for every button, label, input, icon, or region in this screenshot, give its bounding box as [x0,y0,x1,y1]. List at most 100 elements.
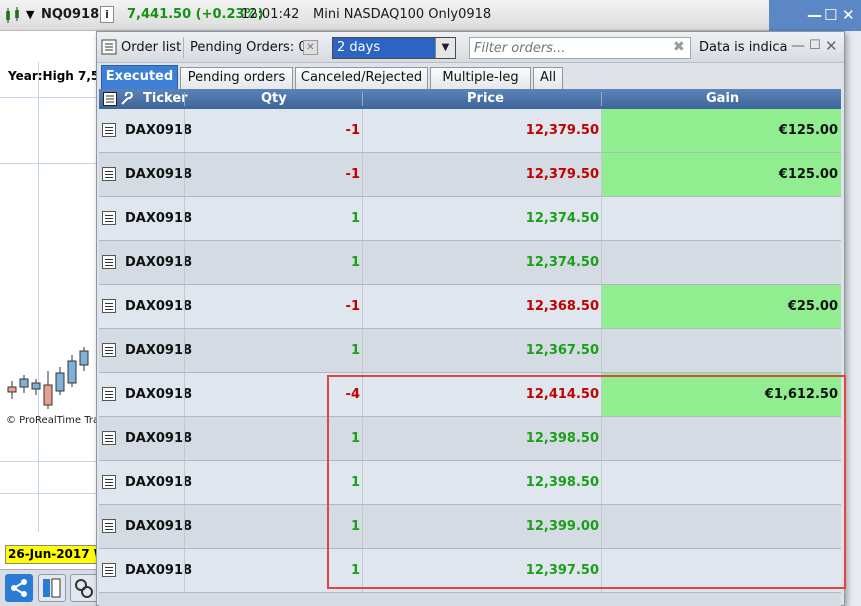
cell-gain: €25.00 [601,285,841,328]
cell-gain [601,241,841,284]
cell-price: 12,398.50 [362,461,601,504]
cell-ticker: DAX0918 [125,431,193,446]
order-detail-icon[interactable] [102,373,120,416]
cell-gain [601,197,841,240]
column-header-price[interactable]: Price [467,91,504,106]
instrument-symbol[interactable]: NQ0918 [41,7,99,22]
cell-gain: €1,612.50 [601,373,841,416]
maximize-window-icon[interactable]: ☐ [824,6,837,24]
order-detail-icon[interactable] [102,329,120,372]
chart-gridline [0,97,100,98]
cell-gain: €125.00 [601,109,841,152]
cell-qty: -1 [184,153,362,196]
table-row[interactable]: DAX0918 1 12,398.50 [99,417,841,461]
cell-qty: 1 [184,461,362,504]
cell-price: 12,414.50 [362,373,601,416]
cell-ticker: DAX0918 [125,299,193,314]
cell-qty: 1 [184,329,362,372]
column-divider [362,92,363,106]
order-list-header: Order list Pending Orders: 0 ✕ 2 days ▼ … [97,32,844,63]
chart-gridline [0,493,100,494]
table-row[interactable] [99,593,841,606]
table-row[interactable]: DAX0918 -4 12,414.50 €1,612.50 [99,373,841,417]
chart-gridline [0,163,100,164]
cell-ticker: DAX0918 [125,211,193,226]
close-dialog-icon[interactable]: ✕ [825,37,838,55]
cell-price: 12,374.50 [362,241,601,284]
order-detail-icon[interactable] [102,153,120,196]
cell-price: 12,398.50 [362,417,601,460]
cell-ticker: DAX0918 [125,167,193,182]
candlestick-chart-icon[interactable] [4,6,22,24]
tab-all[interactable]: All [533,67,563,89]
column-header-qty[interactable]: Qty [261,91,287,106]
cell-price: 12,368.50 [362,285,601,328]
link-icon[interactable] [70,574,98,602]
column-divider [601,92,602,106]
instrument-description: Mini NASDAQ100 Only0918 [313,7,492,22]
order-list-window: Order list Pending Orders: 0 ✕ 2 days ▼ … [96,31,845,606]
cell-ticker: DAX0918 [125,387,193,402]
cell-ticker: DAX0918 [125,563,193,578]
table-row[interactable]: DAX0918 -1 12,379.50 €125.00 [99,109,841,153]
wrench-icon[interactable] [120,92,134,106]
table-row[interactable]: DAX0918 1 12,374.50 [99,241,841,285]
cell-price: 12,397.50 [362,549,601,592]
dropdown-arrow-icon[interactable]: ▼ [435,38,455,58]
close-window-icon[interactable]: ✕ [842,6,855,24]
table-row[interactable]: DAX0918 1 12,374.50 [99,197,841,241]
cell-qty: -1 [184,109,362,152]
column-header-gain[interactable]: Gain [706,91,739,106]
cell-gain [601,417,841,460]
order-detail-icon[interactable] [102,417,120,460]
symbol-dropdown-icon[interactable]: ▼ [26,8,34,21]
cell-qty: 1 [184,417,362,460]
clear-pending-icon[interactable]: ✕ [303,40,318,55]
order-detail-icon[interactable] [102,505,120,548]
cell-ticker: DAX0918 [125,343,193,358]
table-row[interactable]: DAX0918 -1 12,368.50 €25.00 [99,285,841,329]
order-detail-icon[interactable] [102,241,120,284]
cell-ticker: DAX0918 [125,519,193,534]
order-detail-icon[interactable] [102,285,120,328]
filter-orders-input[interactable] [469,37,691,59]
cell-price: 12,399.00 [362,505,601,548]
header-divider [183,37,184,58]
table-row[interactable]: DAX0918 1 12,397.50 [99,549,841,593]
maximize-dialog-icon[interactable]: ☐ [809,38,821,53]
table-row[interactable]: DAX0918 -1 12,379.50 €125.00 [99,153,841,197]
order-detail-icon[interactable] [102,461,120,504]
cell-price: 12,374.50 [362,197,601,240]
cell-qty: 1 [184,505,362,548]
share-icon[interactable] [5,574,33,602]
cell-price: 12,379.50 [362,109,601,152]
cell-ticker: DAX0918 [125,123,193,138]
cell-price: 12,379.50 [362,153,601,196]
year-high-label: Year:High 7,53 [8,69,108,83]
tab-executed[interactable]: Executed [101,65,178,89]
minimize-dialog-icon[interactable]: — [791,38,805,54]
chart-bottom-toolbar [0,569,100,606]
table-row[interactable]: DAX0918 1 12,398.50 [99,461,841,505]
order-detail-icon[interactable] [102,197,120,240]
minimize-window-icon[interactable]: — [807,6,822,24]
tab-canceled-rejected[interactable]: Canceled/Rejected [295,67,428,89]
clear-filter-icon[interactable]: ✖ [673,39,685,55]
window-controls: — ☐ ✕ [769,0,861,31]
layout-icon[interactable] [38,574,66,602]
cell-qty: 1 [184,241,362,284]
table-row[interactable]: DAX0918 1 12,399.00 [99,505,841,549]
order-list-icon [101,39,117,55]
info-button[interactable]: i [100,6,114,23]
order-detail-icon[interactable] [102,109,120,152]
tab-pending-orders[interactable]: Pending orders [180,67,293,89]
table-row[interactable]: DAX0918 1 12,367.50 [99,329,841,373]
period-select[interactable]: 2 days ▼ [332,37,456,59]
market-time: 12:01:42 [241,7,300,22]
price-chart-panel[interactable]: Year:High 7,53 © ProRealTime Tra 26-Jun-… [0,31,108,606]
columns-menu-icon[interactable] [103,92,117,106]
order-detail-icon[interactable] [102,549,120,592]
main-toolbar: ▼ NQ0918 i 7,441.50 (+0.23%) 12:01:42 Mi… [0,0,861,31]
tab-multiple-leg[interactable]: Multiple-leg [430,67,531,89]
column-header-ticker[interactable]: Ticker [143,91,188,106]
